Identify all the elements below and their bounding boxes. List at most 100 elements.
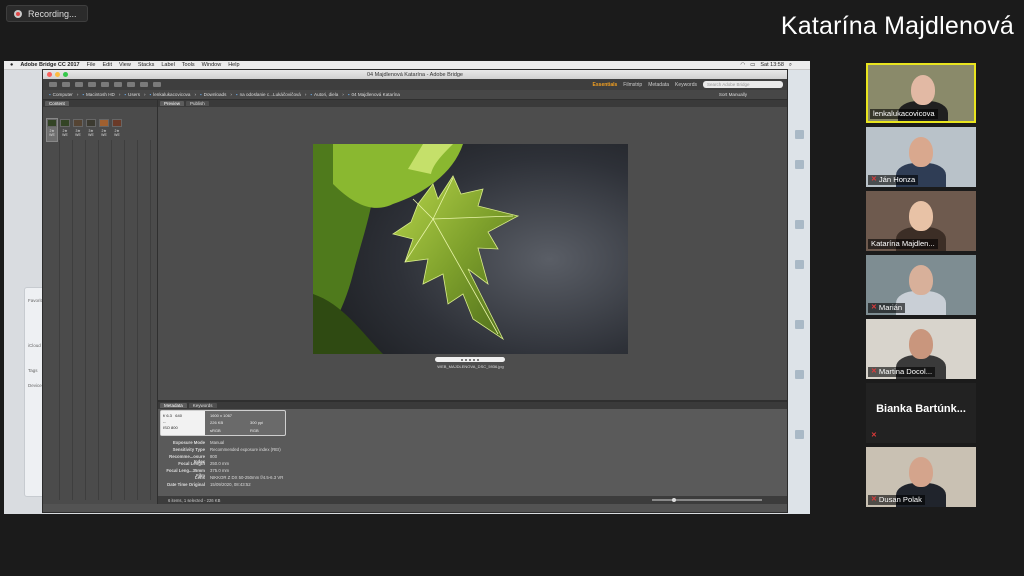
desktop-file-icon[interactable] — [795, 260, 804, 269]
desktop-file-icon[interactable] — [795, 130, 804, 139]
participant-video-face — [909, 329, 933, 359]
thumbnail[interactable]: 3★ WE — [73, 119, 83, 141]
breadcrumb-item[interactable]: lenkalukacovicova — [150, 92, 190, 97]
search-input[interactable]: Search Adobe Bridge — [703, 81, 783, 88]
metadata-value[interactable]: 250.0 mm — [210, 461, 229, 468]
metadata-row: Date Time Original 15/09/2020, 08:43:52 — [158, 482, 283, 489]
thumbnail[interactable]: 2★ WE — [112, 119, 122, 141]
menu-help[interactable]: Help — [228, 62, 239, 68]
recording-indicator[interactable]: Recording... — [6, 5, 88, 22]
apple-icon[interactable]: ● — [10, 62, 13, 68]
back-icon[interactable] — [49, 82, 57, 87]
rotate-right-icon[interactable] — [153, 82, 161, 87]
thumbnail-size-slider[interactable] — [652, 498, 762, 502]
participant-tile[interactable]: ✕ Martina Docol... — [866, 319, 976, 379]
tab-metadata[interactable]: Metadata — [160, 403, 187, 408]
metadata-fields: Exposure Mode Manual Sensitivity Type Recom… — [158, 440, 283, 489]
status-text: 6 items, 1 selected - 226 KB — [168, 497, 221, 503]
tab-publish[interactable]: Publish — [186, 101, 209, 106]
workspace-metadata[interactable]: Metadata — [648, 82, 669, 88]
metadata-value[interactable]: 15/09/2020, 08:43:52 — [210, 482, 251, 489]
mic-muted-icon: ✕ — [871, 496, 877, 503]
thumbnail[interactable]: 2★ WE — [60, 119, 70, 141]
tab-keywords[interactable]: Keywords — [188, 403, 217, 408]
breadcrumb-item[interactable]: Autori, diela — [310, 92, 338, 97]
thumbnail[interactable]: 2★ WE — [46, 118, 58, 142]
metadata-row: Lens NIKKOR Z DX 50-250mm f/4.5-6.3 VR — [158, 475, 283, 482]
desktop-file-icon[interactable] — [795, 220, 804, 229]
breadcrumb-item[interactable]: Macintosh HD — [82, 92, 115, 97]
breadcrumb-item[interactable]: na odoslanie c...Lukáčovičová — [236, 92, 301, 97]
workspace-essentials[interactable]: Essentials — [593, 82, 618, 88]
participant-tile[interactable]: ✕ Dusan Polak — [866, 447, 976, 507]
participant-tile[interactable]: ✕ Ján Honza — [866, 127, 976, 187]
spotlight-icon[interactable]: ⌕ — [789, 62, 792, 69]
menu-window[interactable]: Window — [202, 62, 222, 68]
open-in-camera-raw-icon[interactable] — [127, 82, 135, 87]
placard-shutter: -- — [163, 419, 166, 424]
breadcrumb-item[interactable]: Downloads — [200, 92, 227, 97]
participant-name: Ján Honza — [878, 175, 916, 184]
refine-icon[interactable] — [114, 82, 122, 87]
menu-edit[interactable]: Edit — [103, 62, 112, 68]
metadata-key: Exposure Mode — [173, 440, 205, 445]
menu-tools[interactable]: Tools — [182, 62, 195, 68]
metadata-key: Sensitivity Type — [172, 447, 205, 452]
menu-view[interactable]: View — [119, 62, 131, 68]
rotate-left-icon[interactable] — [140, 82, 148, 87]
preview-image[interactable] — [313, 144, 628, 354]
wifi-icon[interactable]: ◠ — [740, 62, 745, 69]
participant-name-label: lenkalukacovicova — [870, 109, 938, 119]
participant-tile[interactable]: Bianka Bartúnk... ✕ — [866, 383, 976, 443]
forward-icon[interactable] — [62, 82, 70, 87]
recording-label: Recording... — [28, 8, 77, 19]
mic-muted-icon: ✕ — [871, 368, 877, 375]
tab-preview[interactable]: Preview — [160, 101, 185, 106]
thumbnail[interactable]: 2★ WE — [99, 119, 109, 141]
participant-video-face — [909, 457, 933, 487]
placard-iso-label: ISO 800 — [163, 425, 178, 430]
breadcrumb-item[interactable]: 04 Majdlenová Katarína — [348, 92, 400, 97]
menu-stacks[interactable]: Stacks — [138, 62, 155, 68]
participant-tile[interactable]: Katarína Majdlen... — [866, 191, 976, 251]
participant-name-label: Katarína Majdlen... — [868, 239, 938, 249]
thumbnail[interactable]: 3★ WE — [86, 119, 96, 141]
desktop-file-icon[interactable] — [795, 370, 804, 379]
metadata-value[interactable]: NIKKOR Z DX 50-250mm f/4.5-6.3 VR — [210, 475, 283, 482]
metadata-value[interactable]: 800 — [210, 454, 217, 461]
tab-content[interactable]: Content — [45, 101, 69, 106]
metadata-value[interactable]: Manual — [210, 440, 224, 447]
metadata-value[interactable]: Recommended exposure index (REI) — [210, 447, 281, 454]
menubar-app-name[interactable]: Adobe Bridge CC 2017 — [20, 62, 79, 68]
sort-dropdown[interactable]: Sort Manually — [719, 92, 747, 97]
bridge-window: 04 Majdlenová Katarína - Adobe Bridge Es… — [42, 69, 788, 513]
recent-folders-icon[interactable] — [75, 82, 83, 87]
desktop-file-icon[interactable] — [795, 430, 804, 439]
metadata-panel: Metadata Keywords f/ 6.3 640 -- ISO 800 … — [158, 400, 787, 504]
breadcrumb-item[interactable]: Computer — [49, 92, 73, 97]
participant-name: lenkalukacovicova — [873, 109, 935, 118]
metadata-key: Focal Leng...35mm Film — [166, 468, 205, 478]
get-photos-icon[interactable] — [101, 82, 109, 87]
zoom-meeting-window: Recording... Katarína Majdlenová ● Adobe… — [0, 0, 1024, 576]
breadcrumb: Computer › Macintosh HD › Users › lenkal… — [43, 90, 787, 100]
workspace-keywords[interactable]: Keywords — [675, 82, 697, 88]
metadata-value[interactable]: 375.0 mm — [210, 468, 229, 475]
desktop-file-icon[interactable] — [795, 160, 804, 169]
participant-tile[interactable]: ✕ Marián — [866, 255, 976, 315]
battery-icon[interactable]: ▭ — [750, 62, 755, 69]
participant-name-label: ✕ Ján Honza — [868, 175, 919, 185]
preview-caption: WEB_MAJDLENOVA_DSC_5936.jpg — [437, 364, 504, 369]
return-icon[interactable] — [88, 82, 96, 87]
menubar-clock[interactable]: Sat 13:58 — [760, 62, 784, 69]
metadata-row: Exposure Mode Manual — [158, 440, 283, 447]
bridge-toolbar: Essentials Filmstrip Metadata Keywords S… — [43, 79, 787, 90]
desktop-file-icon[interactable] — [795, 320, 804, 329]
participant-tile[interactable]: lenkalukacovicova — [866, 63, 976, 123]
placard-ppi: 300 ppi — [250, 420, 264, 426]
menu-file[interactable]: File — [87, 62, 96, 68]
preview-pager[interactable] — [435, 357, 505, 362]
menu-label[interactable]: Label — [161, 62, 174, 68]
workspace-filmstrip[interactable]: Filmstrip — [623, 82, 642, 88]
breadcrumb-item[interactable]: Users — [124, 92, 140, 97]
